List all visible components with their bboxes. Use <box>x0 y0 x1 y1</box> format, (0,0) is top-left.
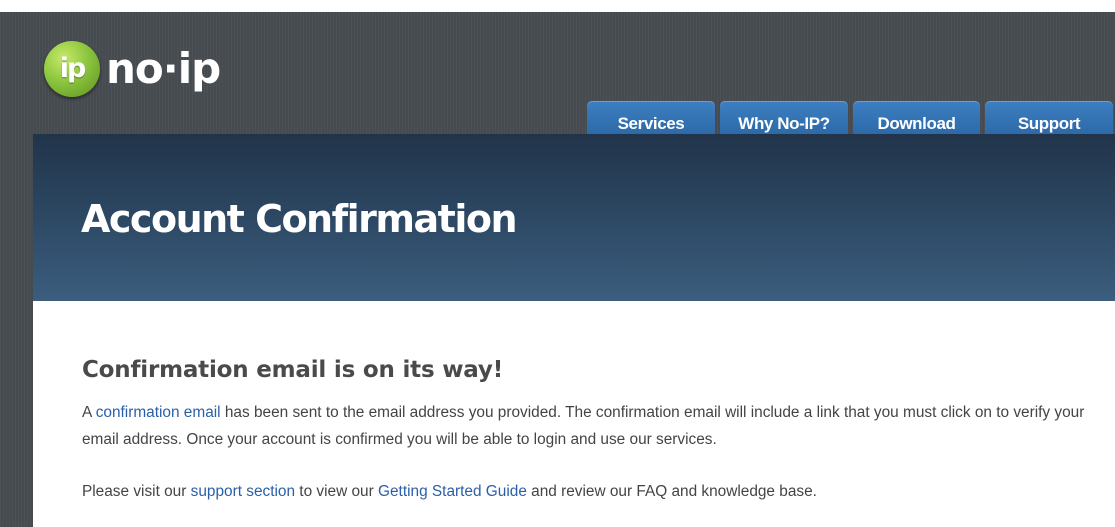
paragraph-text: A <box>82 404 96 421</box>
support-section-link[interactable]: support section <box>191 483 295 500</box>
paragraph-text: and review our FAQ and knowledge base. <box>526 483 817 500</box>
left-rail <box>0 134 33 527</box>
content-heading: Confirmation email is on its way! <box>82 357 503 383</box>
hero-banner: Account Confirmation <box>33 134 1115 301</box>
paragraph-text: has been sent to the email address you p… <box>82 404 1085 448</box>
support-paragraph: Please visit our support section to view… <box>82 478 1102 505</box>
getting-started-guide-link[interactable]: Getting Started Guide <box>378 483 527 500</box>
logo-mark-glyph: ip <box>59 53 87 84</box>
site-logo[interactable]: ip no·ip <box>44 39 221 99</box>
logo-text: no·ip <box>106 44 221 93</box>
top-strip <box>0 0 1115 12</box>
page: ip no·ip Services Why No-IP? Download Su… <box>0 0 1115 527</box>
paragraph-text: to view our <box>295 483 379 500</box>
confirmation-email-link[interactable]: confirmation email <box>96 404 221 421</box>
confirmation-paragraph: A confirmation email has been sent to th… <box>82 399 1102 453</box>
page-title: Account Confirmation <box>81 197 518 241</box>
main-content: Confirmation email is on its way! A conf… <box>33 301 1115 527</box>
logo-mark-icon: ip <box>44 41 100 97</box>
site-header: ip no·ip Services Why No-IP? Download Su… <box>0 12 1115 146</box>
paragraph-text: Please visit our <box>82 483 191 500</box>
